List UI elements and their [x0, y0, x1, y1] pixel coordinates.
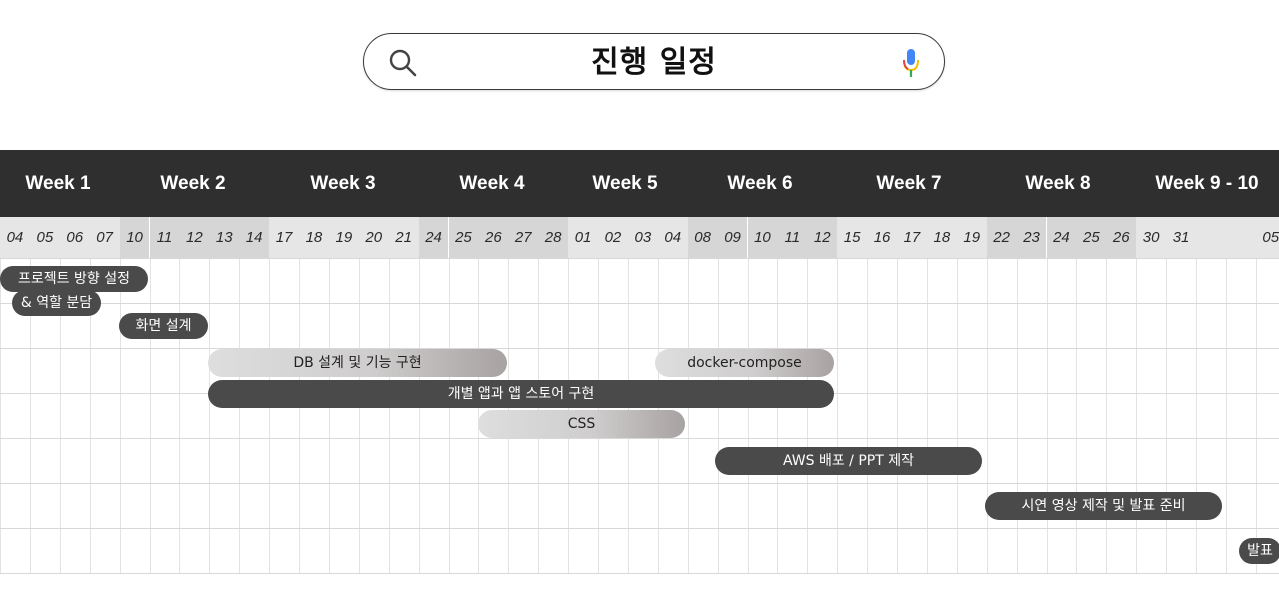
day-cell: 11 [777, 217, 808, 258]
task-bar: CSS [478, 410, 685, 438]
day-cell: 12 [179, 217, 210, 258]
task-bar: docker-compose [655, 349, 834, 377]
day-cell: 28 [538, 217, 569, 258]
day-cell: 16 [867, 217, 897, 258]
week-label: Week 4 [459, 173, 525, 194]
day-cell: 13 [209, 217, 240, 258]
week-label: Week 9 - 10 [1155, 173, 1259, 194]
week-label: Week 6 [727, 173, 793, 194]
task-bar: & 역할 분담 [12, 290, 101, 316]
day-cell: 05 [1255, 217, 1279, 258]
day-cell: 26 [478, 217, 509, 258]
day-cell: 21 [388, 217, 419, 258]
day-cell: 06 [59, 217, 90, 258]
task-bar: DB 설계 및 기능 구현 [208, 349, 507, 377]
page-title: 진행 일정 [591, 45, 717, 80]
day-cell: 22 [986, 217, 1017, 258]
day-cell: 31 [1166, 217, 1196, 258]
day-cell [1196, 217, 1226, 258]
day-cell: 08 [687, 217, 718, 258]
day-cell: 18 [299, 217, 329, 258]
day-cell: 23 [1016, 217, 1047, 258]
day-cell: 18 [926, 217, 957, 258]
week-label: Week 5 [592, 173, 658, 194]
search-bar[interactable]: 진행 일정 [363, 33, 945, 90]
day-cell: 24 [1046, 217, 1077, 258]
task-bar: 화면 설계 [119, 313, 208, 339]
week-label: Week 2 [160, 173, 226, 194]
date-row: 04 05 06 07 10 11 12 13 14 17 18 19 20 21 24 25 26 27 28 01… [0, 217, 1279, 258]
day-cell: 04 [657, 217, 688, 258]
week-label: Week 7 [876, 173, 942, 194]
week-label: Week 8 [1025, 173, 1091, 194]
day-cell: 14 [239, 217, 270, 258]
mic-icon[interactable] [902, 47, 920, 79]
day-cell: 03 [627, 217, 658, 258]
day-cell: 12 [807, 217, 838, 258]
day-cell: 07 [89, 217, 120, 258]
day-cell: 25 [1076, 217, 1107, 258]
day-cell: 19 [956, 217, 987, 258]
task-bar: AWS 배포 / PPT 제작 [715, 447, 982, 475]
day-cell: 27 [508, 217, 539, 258]
day-cell: 26 [1106, 217, 1137, 258]
task-bar: 발표 [1239, 538, 1279, 564]
day-cell: 30 [1136, 217, 1167, 258]
day-cell: 04 [0, 217, 30, 258]
day-cell: 17 [897, 217, 927, 258]
day-cell: 02 [598, 217, 628, 258]
day-cell: 19 [328, 217, 359, 258]
task-bar: 시연 영상 제작 및 발표 준비 [985, 492, 1222, 520]
day-cell: 10 [119, 217, 150, 258]
week-label: Week 3 [310, 173, 376, 194]
day-cell: 25 [448, 217, 479, 258]
task-bar: 프로젝트 방향 설정 [0, 266, 148, 292]
week-label: Week 1 [25, 173, 91, 194]
day-cell: 15 [837, 217, 868, 258]
day-cell: 24 [418, 217, 449, 258]
day-cell: 10 [747, 217, 778, 258]
task-bar: 개별 앱과 앱 스토어 구현 [208, 380, 834, 408]
day-cell: 20 [358, 217, 389, 258]
day-cell: 09 [717, 217, 748, 258]
week-header: Week 1 Week 2 Week 3 Week 4 Week 5 Week 6 Week… [0, 150, 1279, 217]
day-cell [1225, 217, 1256, 258]
day-cell: 05 [29, 217, 60, 258]
day-cell: 01 [568, 217, 598, 258]
day-cell: 17 [269, 217, 299, 258]
day-cell: 11 [149, 217, 180, 258]
